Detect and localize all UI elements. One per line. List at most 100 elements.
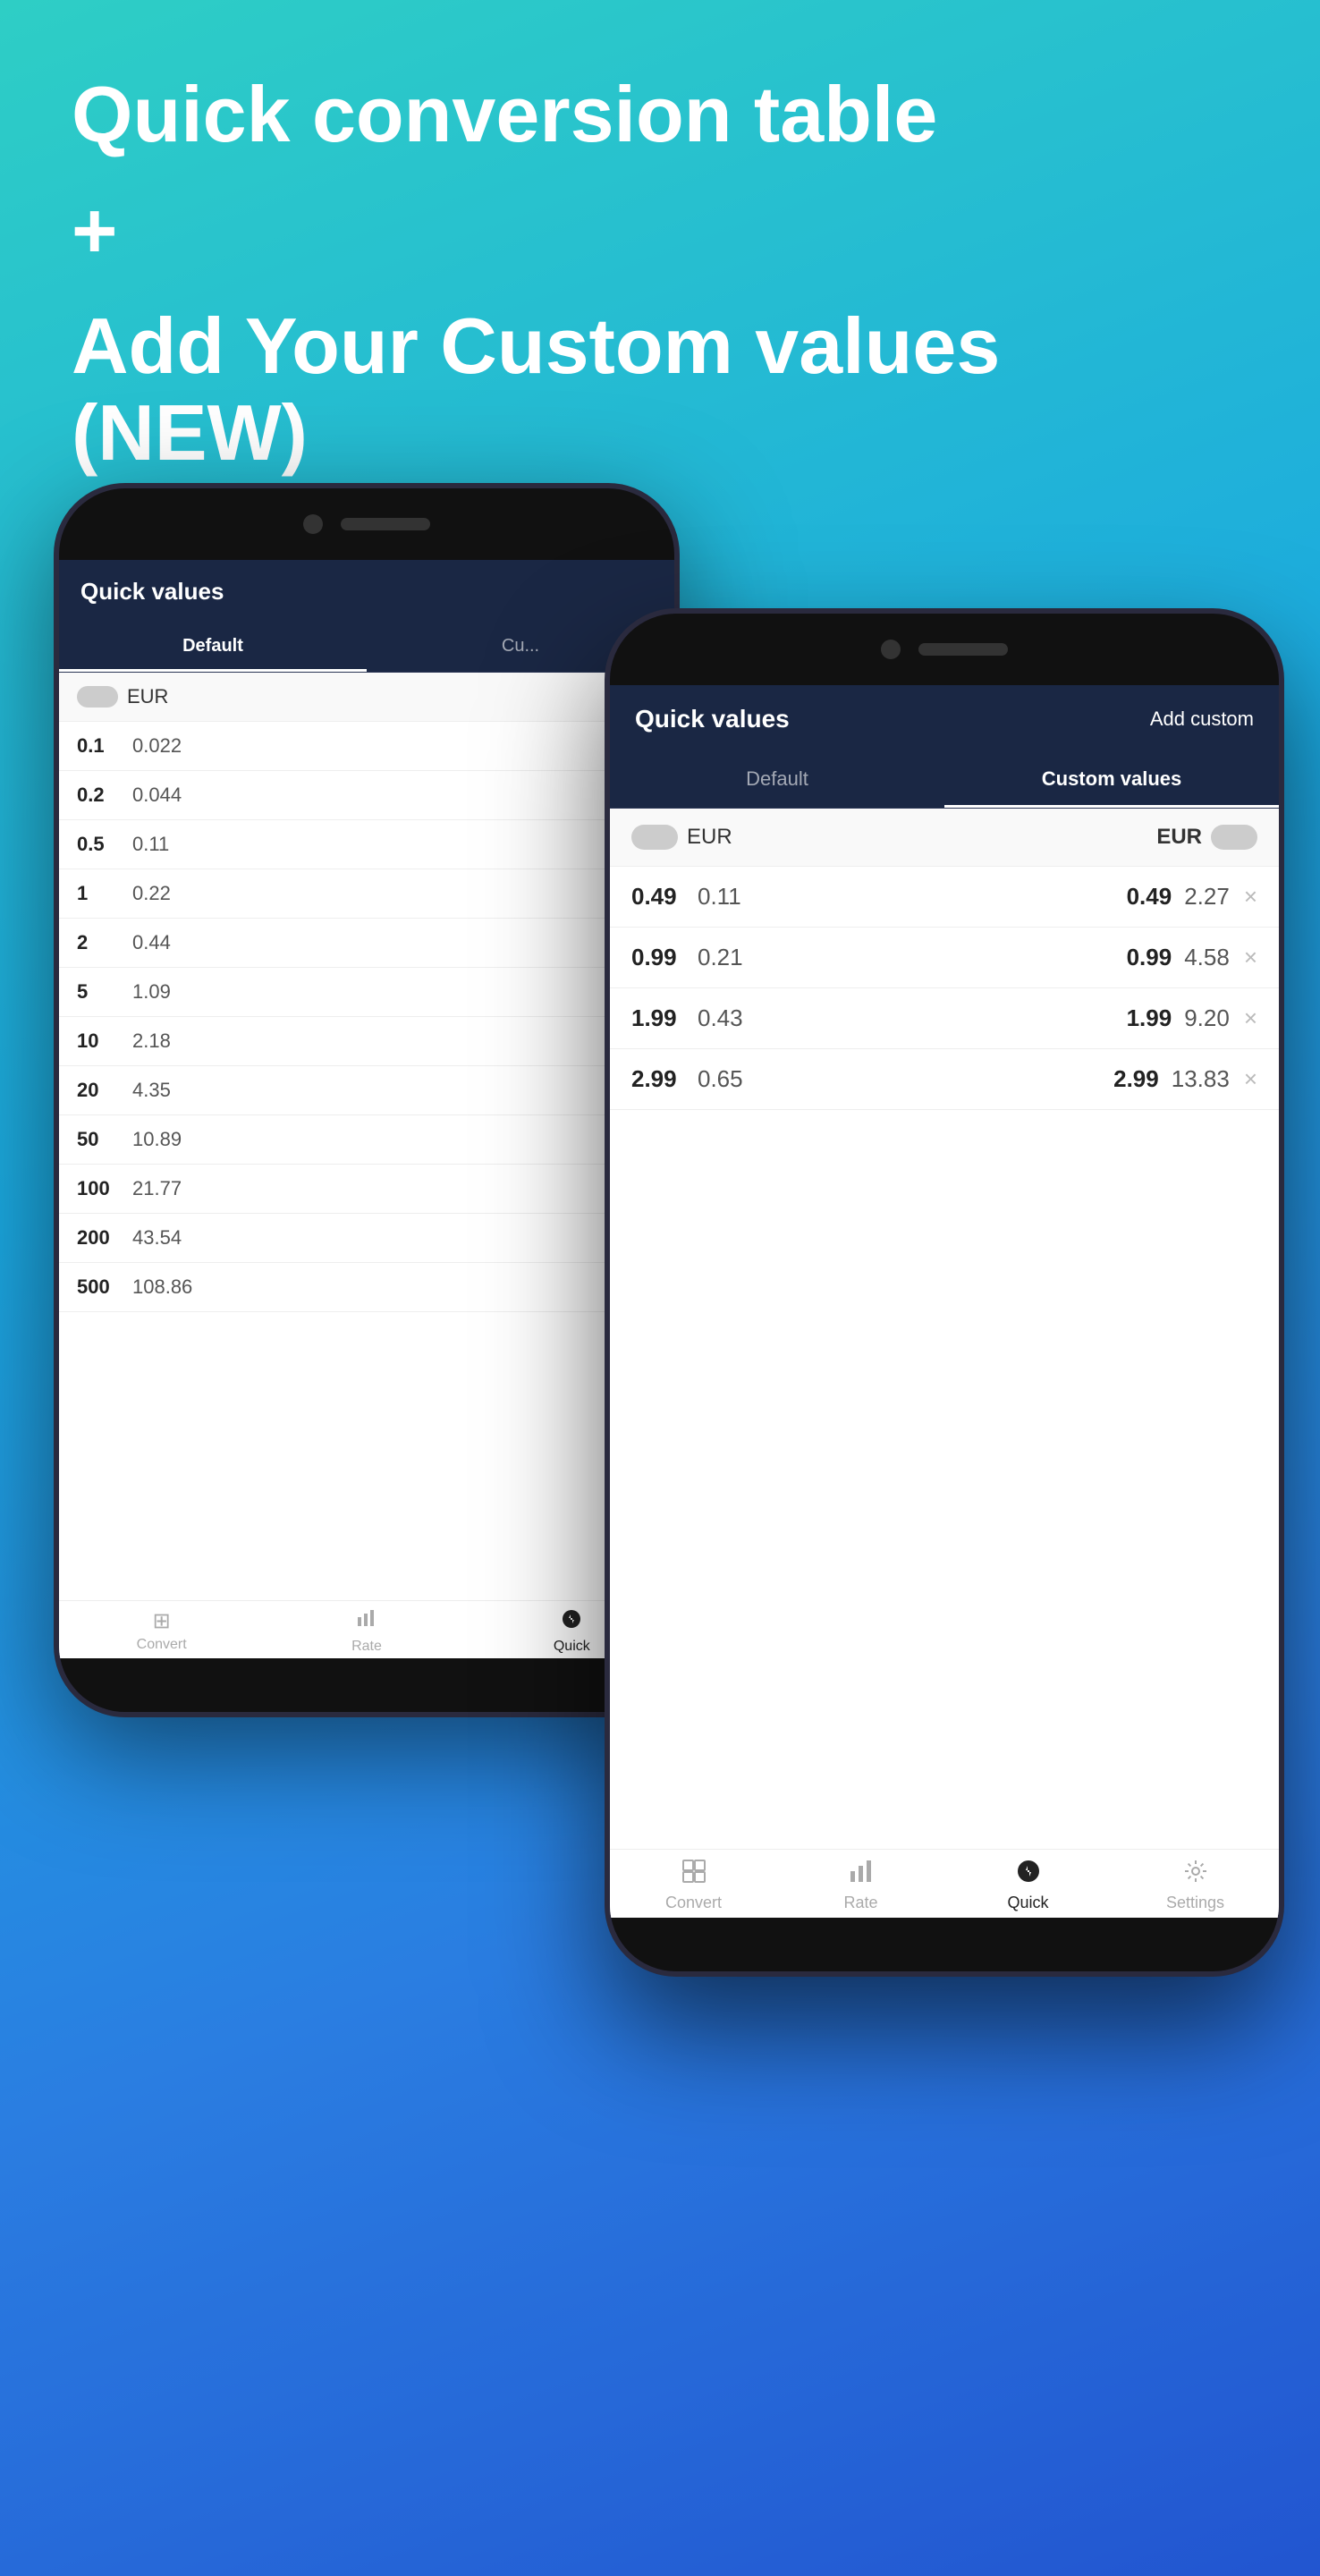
left-screen: Quick values Default Cu... EUR EUR 0.1 0…: [59, 560, 674, 1658]
left-row-3: 0.5 0.11 0.5: [59, 820, 674, 869]
left-nav-quick-label: Quick: [554, 1639, 590, 1655]
right-table: EUR EUR 0.49 0.11 0.49 2.27 × 0.99 0.21 …: [610, 809, 1279, 1849]
right-nav-settings-label: Settings: [1166, 1894, 1224, 1912]
left-val-to-8: 4.35: [132, 1079, 171, 1102]
left-row-8: 20 4.35 20: [59, 1066, 674, 1115]
left-val-from-4: 1: [77, 882, 122, 905]
left-val-from-5: 2: [77, 931, 122, 954]
left-val-from-12: 500: [77, 1275, 122, 1299]
left-row-2: 0.2 0.044 0.2: [59, 771, 674, 820]
right-speaker: [918, 643, 1008, 656]
right-tab-custom[interactable]: Custom values: [944, 753, 1279, 808]
left-bottom-nav: ⊞ Convert Rate Quick: [59, 1600, 674, 1658]
right-val-toconv-3: 9.20: [1184, 1004, 1230, 1032]
left-val-from-2: 0.2: [77, 784, 122, 807]
right-nav-quick-label: Quick: [1007, 1894, 1048, 1912]
left-row-6: 5 1.09 5: [59, 968, 674, 1017]
left-row-7: 10 2.18 10: [59, 1017, 674, 1066]
right-nav-quick[interactable]: Quick: [944, 1859, 1112, 1912]
left-val-from-10: 100: [77, 1177, 122, 1200]
right-val-toconv-4: 13.83: [1172, 1065, 1230, 1093]
left-val-to-5: 0.44: [132, 931, 171, 954]
left-tabs: Default Cu...: [59, 623, 674, 673]
header-plus: +: [72, 185, 1248, 276]
right-delete-1[interactable]: ×: [1244, 883, 1257, 911]
left-nav-convert[interactable]: ⊞ Convert: [59, 1608, 264, 1655]
right-bottom-nav: Convert Rate Quick: [610, 1849, 1279, 1918]
right-bottom-bar: [610, 1918, 1279, 1971]
right-toggle-left[interactable]: [631, 825, 678, 850]
right-val-conv-2: 0.21: [698, 944, 743, 971]
right-currency-header: EUR EUR: [610, 809, 1279, 867]
left-val-from-6: 5: [77, 980, 122, 1004]
right-nav-settings[interactable]: Settings: [1112, 1859, 1279, 1912]
right-tabs: Default Custom values: [610, 753, 1279, 809]
right-val-to-4: 2.99: [1113, 1065, 1159, 1093]
left-app-title: Quick values: [80, 578, 653, 606]
left-val-from-3: 0.5: [77, 833, 122, 856]
left-toggle-left[interactable]: [77, 686, 118, 708]
rate-icon-left: [356, 1608, 377, 1636]
right-nav-convert[interactable]: Convert: [610, 1859, 777, 1912]
right-currency-to: EUR: [1156, 825, 1202, 850]
left-app-header: Quick values: [59, 560, 674, 623]
left-tab-default[interactable]: Default: [59, 623, 367, 672]
right-val-conv-4: 0.65: [698, 1065, 743, 1093]
right-delete-2[interactable]: ×: [1244, 944, 1257, 971]
left-table: EUR EUR 0.1 0.022 0.1 0.2 0.044 0.2 0.5 …: [59, 673, 674, 1600]
left-val-to-4: 0.22: [132, 882, 171, 905]
right-nav-rate[interactable]: Rate: [777, 1859, 944, 1912]
header-title: Quick conversion table: [72, 72, 1248, 158]
left-row-4: 1 0.22 1: [59, 869, 674, 919]
right-row-4: 2.99 0.65 2.99 13.83 ×: [610, 1049, 1279, 1110]
left-bottom-bar: [59, 1658, 674, 1712]
right-nav-rate-label: Rate: [843, 1894, 877, 1912]
left-speaker: [341, 518, 430, 530]
right-row-1: 0.49 0.11 0.49 2.27 ×: [610, 867, 1279, 928]
right-val-conv-1: 0.11: [698, 883, 741, 911]
right-notch: [610, 614, 1279, 685]
right-nav-convert-label: Convert: [665, 1894, 722, 1912]
left-val-to-6: 1.09: [132, 980, 171, 1004]
left-nav-rate[interactable]: Rate: [264, 1608, 469, 1655]
left-val-to-10: 21.77: [132, 1177, 182, 1200]
left-nav-convert-label: Convert: [137, 1637, 187, 1653]
right-delete-4[interactable]: ×: [1244, 1065, 1257, 1093]
right-val-to-3: 1.99: [1127, 1004, 1172, 1032]
left-val-from-11: 200: [77, 1226, 122, 1250]
right-app-title: Quick values: [635, 705, 790, 733]
right-val-conv-3: 0.43: [698, 1004, 743, 1032]
right-val-from-3: 1.99: [631, 1004, 685, 1032]
left-row-12: 500 108.86 500: [59, 1263, 674, 1312]
left-row-10: 100 21.77 100: [59, 1165, 674, 1214]
left-val-to-7: 2.18: [132, 1030, 171, 1053]
left-val-to-9: 10.89: [132, 1128, 182, 1151]
right-toggle-right[interactable]: [1211, 825, 1257, 850]
left-val-from-7: 10: [77, 1030, 122, 1053]
right-delete-3[interactable]: ×: [1244, 1004, 1257, 1032]
settings-icon: [1183, 1859, 1208, 1890]
right-tab-default[interactable]: Default: [610, 753, 944, 808]
right-app-header: Quick values Add custom: [610, 685, 1279, 753]
right-camera: [881, 640, 901, 659]
left-val-to-12: 108.86: [132, 1275, 192, 1299]
right-currency-from: EUR: [687, 825, 732, 850]
right-row-3: 1.99 0.43 1.99 9.20 ×: [610, 988, 1279, 1049]
left-val-to-11: 43.54: [132, 1226, 182, 1250]
left-row-9: 50 10.89 50: [59, 1115, 674, 1165]
rate-icon-right: [849, 1859, 874, 1890]
left-row-5: 2 0.44 2: [59, 919, 674, 968]
left-row-1: 0.1 0.022 0.1: [59, 722, 674, 771]
left-val-to-1: 0.022: [132, 734, 182, 758]
left-val-from-9: 50: [77, 1128, 122, 1151]
right-val-toconv-2: 4.58: [1184, 944, 1230, 971]
right-val-to-2: 0.99: [1127, 944, 1172, 971]
right-row-2: 0.99 0.21 0.99 4.58 ×: [610, 928, 1279, 988]
right-val-from-2: 0.99: [631, 944, 685, 971]
left-notch: [59, 488, 674, 560]
right-val-toconv-1: 2.27: [1184, 883, 1230, 911]
right-screen: Quick values Add custom Default Custom v…: [610, 685, 1279, 1918]
add-custom-button[interactable]: Add custom: [1150, 708, 1254, 731]
left-val-to-3: 0.11: [132, 833, 169, 856]
convert-icon: ⊞: [153, 1608, 171, 1634]
